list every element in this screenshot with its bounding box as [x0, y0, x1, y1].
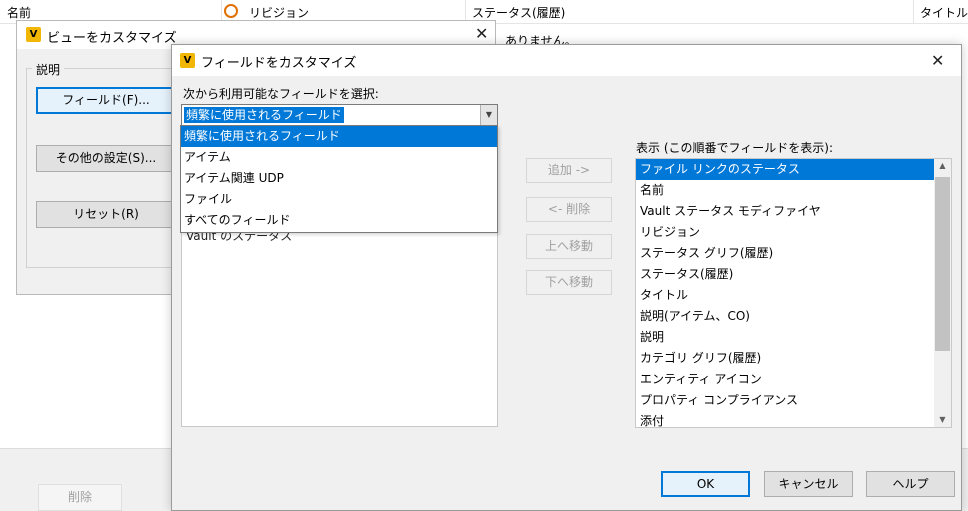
scrollbar[interactable]: ▲ ▼	[934, 159, 951, 427]
display-field-item[interactable]: ステータス グリフ(履歴)	[636, 243, 934, 264]
chevron-down-icon[interactable]: ▼	[480, 105, 497, 125]
vault-icon: V	[180, 53, 195, 68]
display-field-item[interactable]: 添付	[636, 411, 934, 427]
field-source-select[interactable]: 頻繁に使用されるフィールド ▼	[181, 104, 498, 126]
display-fields-list[interactable]: ファイル リンクのステータス 名前 Vault ステータス モディファイヤ リビジョン…	[635, 158, 952, 428]
dropdown-option[interactable]: 頻繁に使用されるフィールド	[181, 126, 497, 147]
display-field-item[interactable]: 説明	[636, 327, 934, 348]
scroll-down-icon[interactable]: ▼	[934, 415, 951, 424]
column-header-title[interactable]: タイトル	[920, 4, 968, 21]
column-separator	[913, 0, 914, 24]
scroll-up-icon[interactable]: ▲	[934, 161, 951, 170]
display-field-item[interactable]: ファイル リンクのステータス	[636, 159, 934, 180]
display-field-item[interactable]: 名前	[636, 180, 934, 201]
scroll-thumb[interactable]	[935, 177, 950, 351]
field-source-dropdown: 頻繁に使用されるフィールド アイテム アイテム関連 UDP ファイル すべてのフ…	[180, 125, 498, 233]
available-fields-label: 次から利用可能なフィールドを選択:	[183, 87, 379, 101]
close-icon[interactable]: ✕	[475, 24, 488, 43]
delete-button[interactable]: 削除	[38, 484, 122, 511]
help-button[interactable]: ヘルプ	[866, 471, 955, 497]
group-label: 説明	[32, 61, 65, 78]
ok-button[interactable]: OK	[661, 471, 750, 497]
dropdown-option[interactable]: すべてのフィールド	[181, 210, 497, 231]
display-field-item[interactable]: プロパティ コンプライアンス	[636, 390, 934, 411]
customize-fields-dialog: V フィールドをカスタマイズ ✕ 次から利用可能なフィールドを選択: Vault…	[171, 44, 962, 511]
reset-button[interactable]: リセット(R)	[36, 201, 176, 228]
remove-button[interactable]: <- 削除	[526, 197, 612, 222]
close-icon[interactable]: ✕	[931, 51, 944, 70]
dialog-title: ビューをカスタマイズ	[47, 31, 177, 46]
display-field-item[interactable]: Vault ステータス モディファイヤ	[636, 201, 934, 222]
display-field-item[interactable]: ステータス(履歴)	[636, 264, 934, 285]
other-settings-button[interactable]: その他の設定(S)...	[36, 145, 176, 172]
combo-value: 頻繁に使用されるフィールド	[184, 107, 344, 123]
fields-button[interactable]: フィールド(F)...	[36, 87, 176, 114]
add-button[interactable]: 追加 ->	[526, 158, 612, 183]
move-up-button[interactable]: 上へ移動	[526, 234, 612, 259]
cancel-button[interactable]: キャンセル	[764, 471, 853, 497]
dropdown-option[interactable]: ファイル	[181, 189, 497, 210]
dialog-titlebar: V フィールドをカスタマイズ ✕	[172, 45, 961, 76]
display-fields-label: 表示 (この順番でフィールドを表示):	[636, 141, 833, 155]
dropdown-option[interactable]: アイテム関連 UDP	[181, 168, 497, 189]
move-down-button[interactable]: 下へ移動	[526, 270, 612, 295]
display-field-item[interactable]: リビジョン	[636, 222, 934, 243]
revision-icon	[224, 4, 238, 18]
column-header-name[interactable]: 名前	[7, 4, 31, 21]
column-header-status[interactable]: ステータス(履歴)	[472, 4, 565, 21]
dropdown-option[interactable]: アイテム	[181, 147, 497, 168]
vault-icon: V	[26, 27, 41, 42]
dialog-title: フィールドをカスタマイズ	[201, 56, 357, 71]
display-field-item[interactable]: エンティティ アイコン	[636, 369, 934, 390]
column-header-revision[interactable]: リビジョン	[249, 4, 309, 21]
display-field-item[interactable]: カテゴリ グリフ(履歴)	[636, 348, 934, 369]
display-field-item[interactable]: タイトル	[636, 285, 934, 306]
display-field-item[interactable]: 説明(アイテム、CO)	[636, 306, 934, 327]
